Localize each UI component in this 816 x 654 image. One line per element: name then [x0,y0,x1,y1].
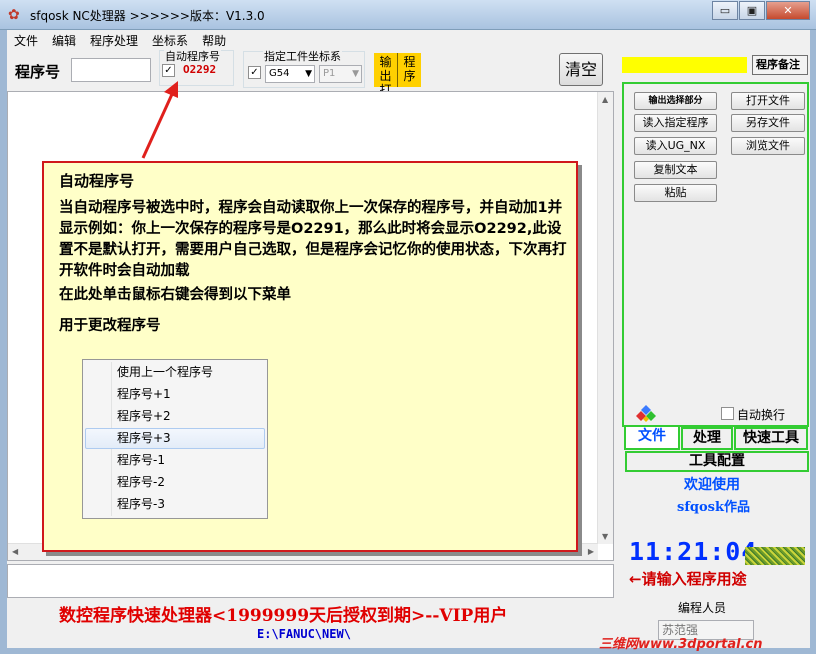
callout-arrow [141,81,178,159]
window-controls: ▭ ▣ ✕ [711,1,810,20]
client-area: 文件 编辑 程序处理 坐标系 帮助 程序号 自动程序号 ✓ O2292 指定工件… [7,30,810,652]
window-title: sfqosk NC处理器 >>>>>>版本：V1.3.0 [30,9,265,23]
maximize-button[interactable]: ▣ [739,1,765,20]
app-icon: ✿ [8,7,20,23]
title-bar: ✿ sfqosk NC处理器 >>>>>>版本：V1.3.0 ▭ ▣ ✕ [0,0,816,30]
minimize-button[interactable]: ▭ [712,1,738,20]
close-button[interactable]: ✕ [766,1,810,20]
